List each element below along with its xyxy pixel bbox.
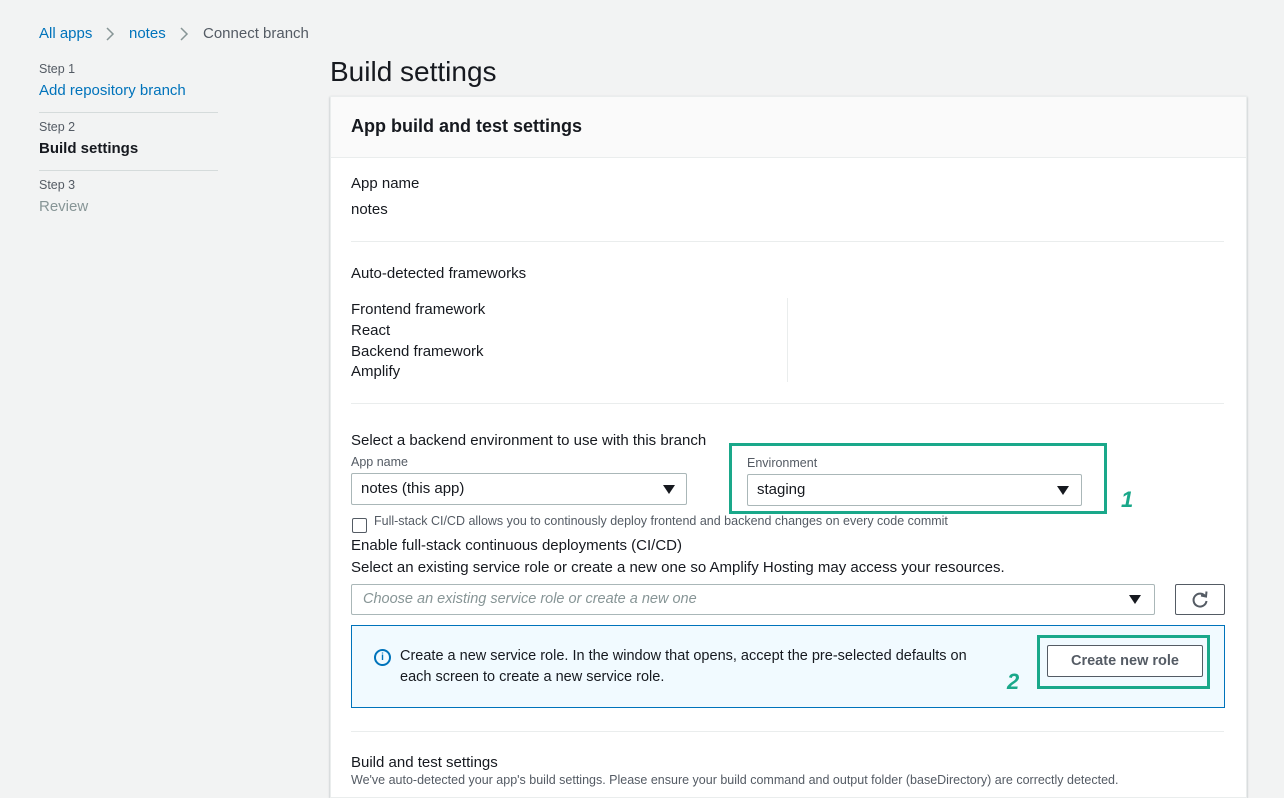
- breadcrumb: All apps notes Connect branch: [0, 0, 400, 50]
- build-test-settings-label: Build and test settings: [351, 754, 498, 771]
- frontend-framework-value: React: [351, 322, 391, 339]
- backend-framework-value: Amplify: [351, 363, 401, 380]
- fullstack-checkbox[interactable]: [352, 518, 367, 533]
- breadcrumb-notes[interactable]: notes: [129, 24, 166, 44]
- divider: [351, 403, 1224, 404]
- backend-app-label: App name: [351, 455, 408, 469]
- step-1-label: Step 1: [39, 62, 76, 76]
- step-2-label: Step 2: [39, 120, 76, 134]
- divider: [351, 241, 1224, 242]
- frameworks-label: Auto-detected frameworks: [351, 265, 527, 282]
- backend-app-value: notes (this app): [361, 480, 465, 497]
- step-3-label: Step 3: [39, 178, 76, 192]
- annotation-marker-1: 1: [1121, 487, 1134, 512]
- backend-app-select[interactable]: notes (this app): [351, 473, 687, 505]
- panel-title: App build and test settings: [351, 116, 583, 136]
- step-1-link[interactable]: Add repository branch: [39, 82, 186, 99]
- divider: [351, 731, 1224, 732]
- service-role-select[interactable]: Choose an existing service role or creat…: [351, 584, 1155, 615]
- caret-down-icon: [663, 485, 675, 494]
- app-name-label: App name: [351, 175, 420, 192]
- step-divider: [39, 170, 218, 171]
- column-divider: [787, 298, 788, 382]
- page-title: Build settings: [330, 56, 497, 87]
- service-role-placeholder: Choose an existing service role or creat…: [363, 591, 697, 607]
- backend-framework-label: Backend framework: [351, 343, 484, 360]
- app-name-value: notes: [351, 201, 388, 218]
- step-2-current: Build settings: [39, 140, 139, 157]
- fullstack-checkbox-description: Full-stack CI/CD allows you to continous…: [374, 514, 948, 528]
- caret-down-icon: [1129, 595, 1141, 604]
- steps-sidebar: Step 1 Add repository branch Step 2 Buil…: [0, 55, 230, 225]
- breadcrumb-current: Connect branch: [203, 25, 309, 42]
- info-text-line-1: Create a new service role. In the window…: [400, 648, 967, 664]
- chevron-right-icon: [106, 27, 115, 41]
- step-3-title: Review: [39, 198, 89, 215]
- backend-env-label: Select a backend environment to use with…: [351, 432, 707, 449]
- fullstack-checkbox-label[interactable]: Enable full-stack continuous deployments…: [351, 536, 682, 556]
- annotation-box-create-role: [1037, 635, 1210, 689]
- step-divider: [39, 112, 218, 113]
- refresh-button[interactable]: [1175, 584, 1225, 615]
- service-role-label: Select an existing service role or creat…: [351, 559, 1005, 576]
- info-text-line-2: each screen to create a new service role…: [400, 669, 665, 685]
- info-icon: i: [374, 649, 391, 666]
- chevron-right-icon: [180, 27, 189, 41]
- refresh-icon: [1192, 591, 1208, 608]
- panel-header: App build and test settings: [331, 97, 1246, 158]
- annotation-marker-2: 2: [1007, 669, 1020, 694]
- frontend-framework-label: Frontend framework: [351, 301, 486, 318]
- annotation-box-environment: [729, 443, 1107, 514]
- breadcrumb-all-apps[interactable]: All apps: [39, 24, 92, 44]
